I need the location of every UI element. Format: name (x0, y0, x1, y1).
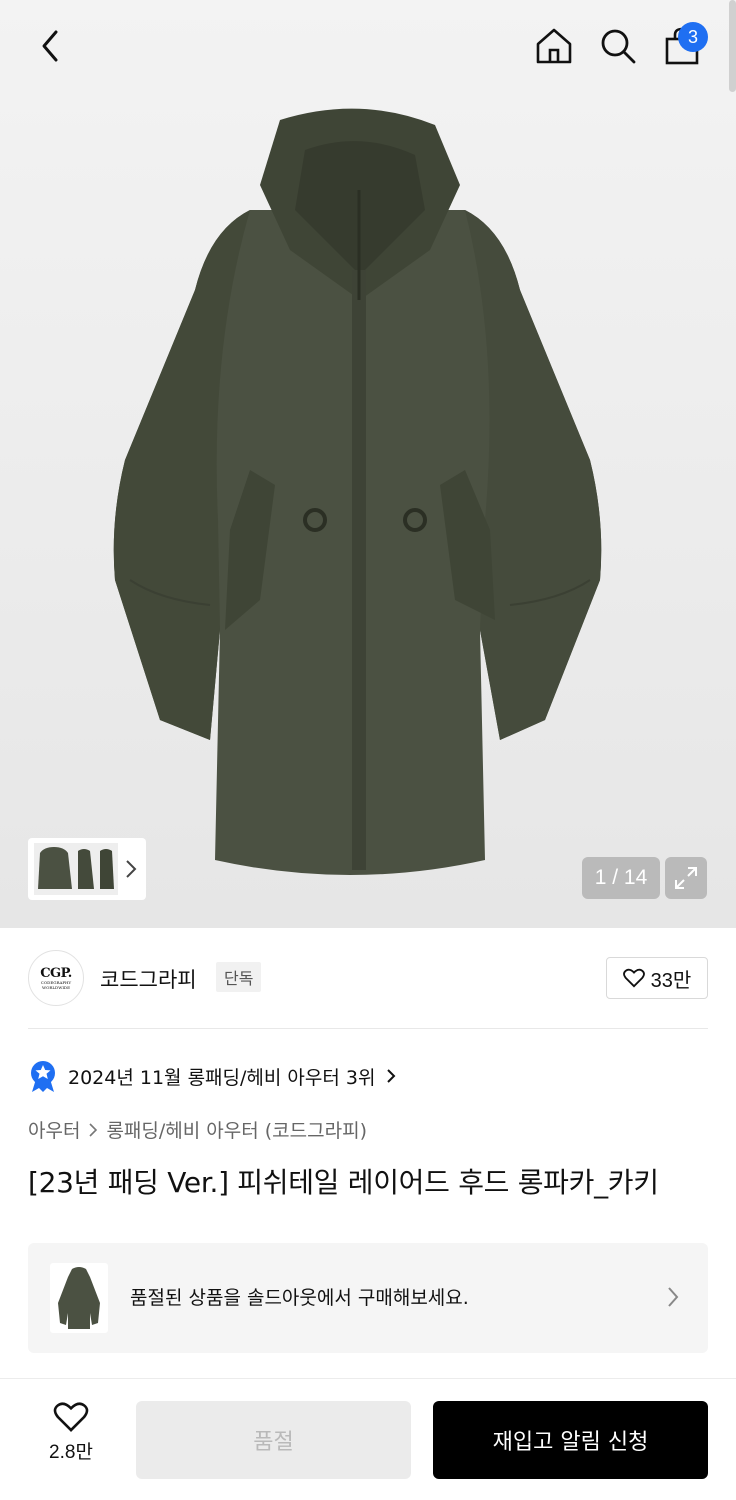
image-page-counter: 1 / 14 (582, 857, 660, 899)
home-button[interactable] (532, 24, 576, 68)
soldout-marketplace-banner[interactable]: 품절된 상품을 솔드아웃에서 구매해보세요. (28, 1243, 708, 1353)
ranking-text: 2024년 11월 롱패딩/헤비 아우터 3위 (68, 1066, 376, 1089)
heart-icon (53, 1402, 89, 1432)
thumbnail-images (34, 843, 118, 895)
expand-image-button[interactable] (665, 857, 707, 899)
top-navigation-bar: 3 (0, 0, 736, 96)
home-icon (536, 28, 572, 64)
back-button[interactable] (28, 24, 72, 68)
soldout-button: 품절 (136, 1401, 411, 1479)
search-button[interactable] (596, 24, 640, 68)
search-icon (601, 29, 636, 64)
product-like-count: 2.8만 (49, 1442, 93, 1463)
product-image-gallery[interactable]: 3 1 / 14 (0, 0, 736, 928)
banner-product-thumbnail (50, 1263, 108, 1333)
banner-text: 품절된 상품을 솔드아웃에서 구매해보세요. (130, 1287, 469, 1309)
chevron-right-icon (668, 1287, 679, 1307)
heart-icon (622, 968, 645, 988)
chevron-right-icon (126, 860, 137, 878)
cart-count-badge: 3 (678, 22, 708, 52)
ranking-badge-icon (31, 1061, 55, 1092)
expand-icon (675, 867, 697, 889)
brand-like-button[interactable]: 33만 (606, 957, 708, 999)
brand-name[interactable]: 코드그라피 (100, 964, 197, 994)
chevron-left-icon (42, 30, 58, 62)
breadcrumb-item-outer[interactable]: 아우터 (28, 1116, 80, 1143)
chevron-right-icon (89, 1122, 98, 1137)
divider (28, 1028, 708, 1029)
exclusive-tag: 단독 (216, 962, 262, 992)
bottom-action-bar: 2.8만 품절 재입고 알림 신청 (0, 1378, 736, 1500)
product-like-button[interactable]: 2.8만 (28, 1401, 114, 1479)
restock-alert-button[interactable]: 재입고 알림 신청 (433, 1401, 708, 1479)
breadcrumb-item-category[interactable]: 롱패딩/헤비 아우터 (코드그라피) (106, 1116, 367, 1143)
brand-row: CGP. CODEGRAPHY WORLDWIDE 코드그라피 단독 33만 (28, 948, 708, 1008)
thumbnail-strip[interactable] (28, 838, 146, 900)
brand-logo[interactable]: CGP. CODEGRAPHY WORLDWIDE (28, 950, 84, 1006)
product-photo[interactable] (100, 100, 620, 890)
ranking-link[interactable]: 2024년 11월 롱패딩/헤비 아우터 3위 (28, 1058, 397, 1094)
breadcrumb: 아우터 롱패딩/헤비 아우터 (코드그라피) (28, 1116, 367, 1143)
chevron-right-icon (387, 1069, 396, 1083)
brand-like-count: 33만 (650, 969, 692, 992)
product-title: [23년 패딩 Ver.] 피쉬테일 레이어드 후드 롱파카_카키 (28, 1166, 659, 1199)
